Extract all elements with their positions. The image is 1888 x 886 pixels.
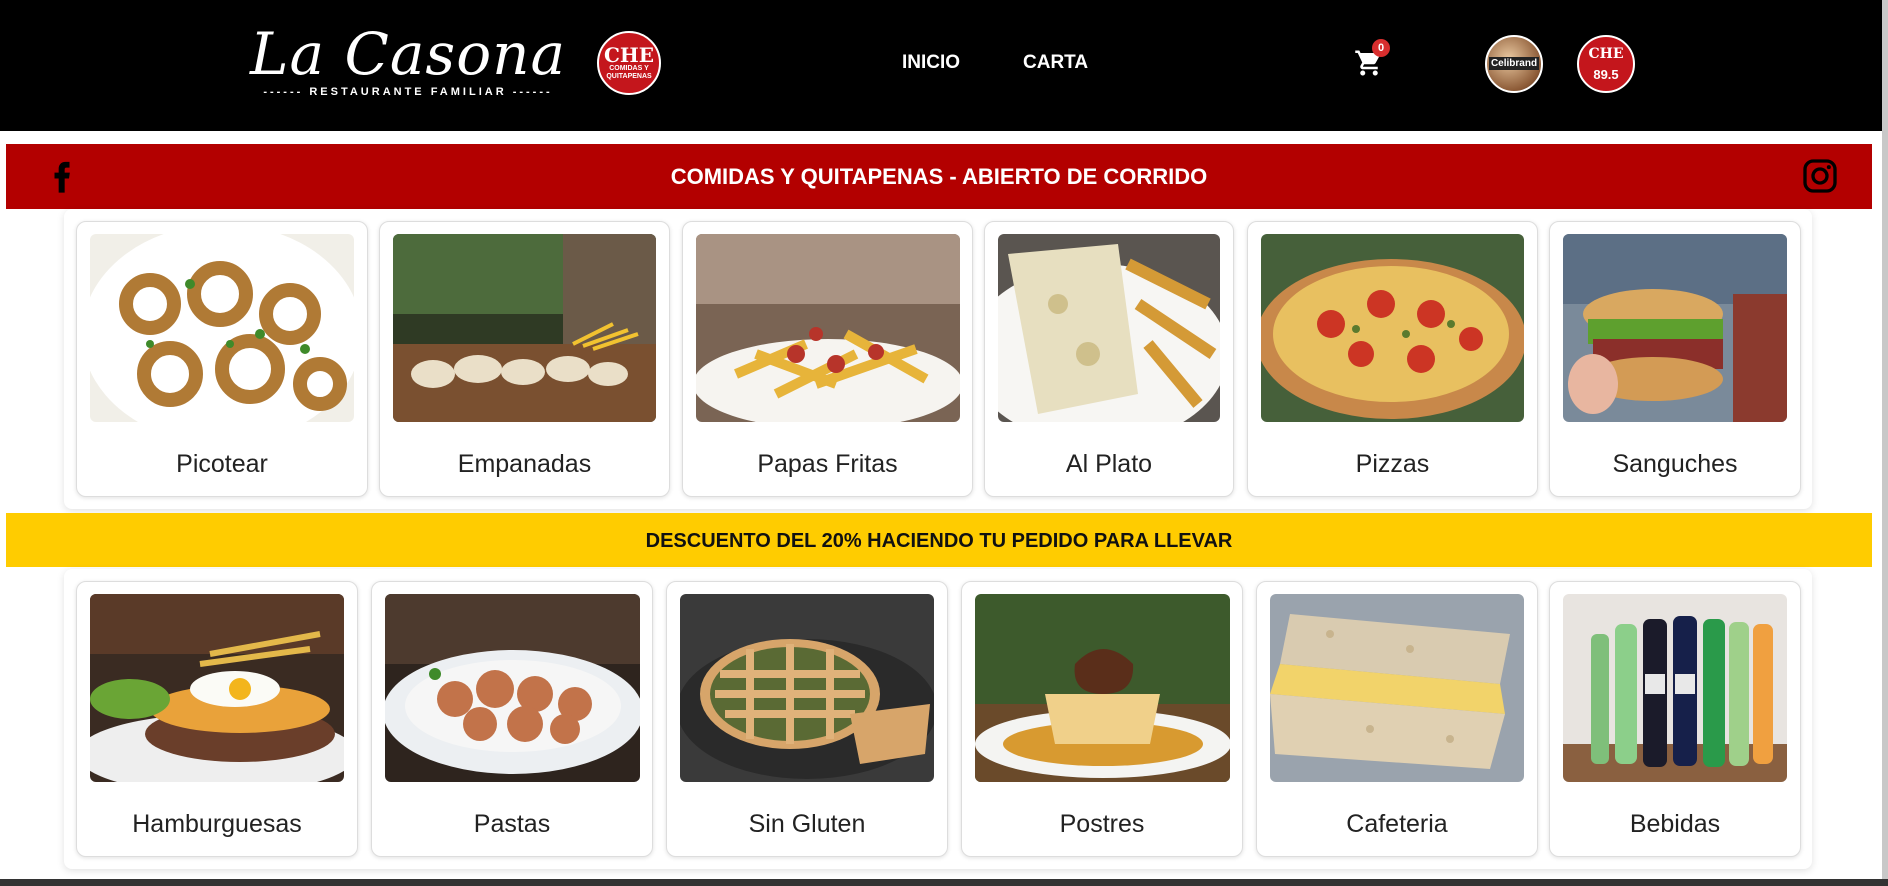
category-label: Papas Fritas [757, 450, 898, 478]
category-card-bebidas[interactable]: Bebidas [1549, 581, 1801, 857]
category-card-postres[interactable]: Postres [961, 581, 1243, 857]
category-card-sanguches[interactable]: Sanguches [1549, 221, 1801, 497]
category-grid-row-2: Hamburguesas Pastas Sin Gluten Postres C… [64, 569, 1812, 869]
pizza-photo [1261, 234, 1524, 422]
category-card-empanadas[interactable]: Empanadas [379, 221, 670, 497]
promo-text: DESCUENTO DEL 20% HACIENDO TU PEDIDO PAR… [645, 530, 1233, 552]
sponsor-radio-logo[interactable]: CHE 89.5 [1577, 35, 1635, 93]
empanadas-photo [393, 234, 656, 422]
category-card-hamburguesas[interactable]: Hamburguesas [76, 581, 358, 857]
category-label: Empanadas [457, 450, 592, 478]
category-label: Sanguches [1612, 450, 1738, 478]
sponsor-celibrand-label: Celibrand [1488, 57, 1540, 70]
announcement-text: COMIDAS Y QUITAPENAS - ABIERTO DE CORRID… [670, 164, 1208, 189]
logo-subtitle: ------ RESTAURANTE FAMILIAR ------ [263, 86, 553, 98]
cart-count-badge: 0 [1372, 39, 1390, 57]
nav-inicio[interactable]: INICIO [902, 52, 960, 74]
category-label: Cafeteria [1346, 810, 1448, 838]
category-card-sin-gluten[interactable]: Sin Gluten [666, 581, 948, 857]
window-bottom-edge [0, 879, 1888, 886]
category-card-al-plato[interactable]: Al Plato [984, 221, 1234, 497]
category-card-pastas[interactable]: Pastas [371, 581, 653, 857]
pasta-photo [385, 594, 640, 782]
category-label: Hamburguesas [132, 810, 302, 838]
category-label: Pizzas [1355, 450, 1430, 478]
toast-photo [1270, 594, 1524, 782]
bottles-photo [1563, 594, 1787, 782]
category-label: Al Plato [1065, 450, 1153, 478]
che-badge-logo[interactable]: CHE COMIDAS Y QUITAPENAS [597, 31, 661, 95]
category-card-pizzas[interactable]: Pizzas [1247, 221, 1538, 497]
fried-calamari-photo [90, 234, 354, 422]
category-label: Picotear [176, 450, 268, 478]
promo-banner: DESCUENTO DEL 20% HACIENDO TU PEDIDO PAR… [6, 513, 1872, 567]
category-label: Sin Gluten [748, 810, 866, 838]
category-card-cafeteria[interactable]: Cafeteria [1256, 581, 1538, 857]
category-card-picotear[interactable]: Picotear [76, 221, 368, 497]
category-card-papas-fritas[interactable]: Papas Fritas [682, 221, 973, 497]
instagram-icon[interactable] [1800, 156, 1840, 196]
nav-carta[interactable]: CARTA [1023, 52, 1088, 74]
burger-photo [90, 594, 344, 782]
page-scrollbar[interactable] [1882, 0, 1888, 886]
milanesa-photo [998, 234, 1220, 422]
category-label: Postres [1059, 810, 1145, 838]
category-label: Pastas [473, 810, 551, 838]
restaurant-logo[interactable]: La Casona ------ RESTAURANTE FAMILIAR --… [248, 20, 568, 110]
sponsor-radio-frequency: 89.5 [1593, 67, 1619, 82]
logo-name: La Casona [249, 20, 567, 88]
tart-photo [680, 594, 934, 782]
category-grid-row-1: Picotear Empanadas Papas Fritas Al Plato… [64, 209, 1812, 509]
site-header: La Casona ------ RESTAURANTE FAMILIAR --… [0, 0, 1884, 131]
che-badge-title: CHE [603, 43, 655, 67]
sandwich-photo [1563, 234, 1787, 422]
sponsor-radio-title: CHE [1588, 46, 1624, 62]
french-fries-photo [696, 234, 960, 422]
che-badge-caption: COMIDAS Y QUITAPENAS [606, 65, 652, 80]
category-label: Bebidas [1629, 810, 1721, 838]
announcement-banner: COMIDAS Y QUITAPENAS - ABIERTO DE CORRID… [6, 144, 1872, 209]
sponsor-celibrand-logo[interactable]: Celibrand [1485, 35, 1543, 93]
flan-photo [975, 594, 1230, 782]
